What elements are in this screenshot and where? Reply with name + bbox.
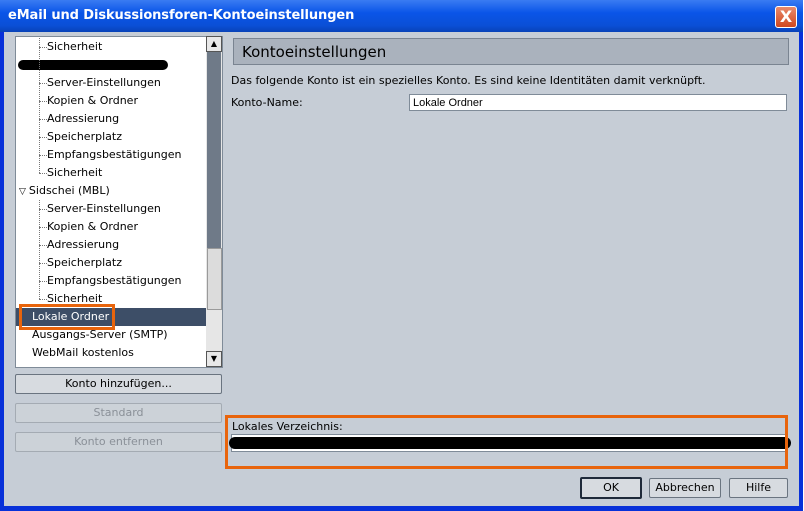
tree-item-label: Sicherheit xyxy=(47,40,103,53)
tree-item-label: Kopien & Ordner xyxy=(47,220,138,233)
tree-connector xyxy=(39,173,47,174)
tree-item[interactable]: Adressierung xyxy=(47,236,119,254)
tree-item-label: Adressierung xyxy=(47,112,120,125)
tree-item[interactable]: Empfangsbestätigungen xyxy=(47,272,182,290)
window-title: eMail und Diskussionsforen-Kontoeinstell… xyxy=(8,8,355,23)
redaction-bar xyxy=(18,60,168,70)
close-button[interactable]: X xyxy=(775,6,797,28)
dialog-window: eMail und Diskussionsforen-Kontoeinstell… xyxy=(0,0,803,511)
tree-connector xyxy=(39,155,47,156)
scrollbar-thumb[interactable] xyxy=(207,248,222,310)
tree-item-label: Kopien & Ordner xyxy=(47,94,138,107)
tree-item[interactable]: Server-Einstellungen xyxy=(47,200,161,218)
tree-connector xyxy=(39,137,47,138)
tree-item-label: WebMail kostenlos xyxy=(32,346,134,359)
tree-item[interactable]: Ausgangs-Server (SMTP) xyxy=(32,326,168,344)
tree-item-label: Empfangsbestätigungen xyxy=(47,274,182,287)
scroll-down-icon[interactable]: ▼ xyxy=(206,351,222,367)
cancel-button[interactable]: Abbrechen xyxy=(649,478,721,498)
panel-description: Das folgende Konto ist ein spezielles Ko… xyxy=(231,74,706,87)
tree-item-label: Speicherplatz xyxy=(47,130,122,143)
tree-connector xyxy=(39,101,47,102)
account-name-label: Konto-Name: xyxy=(231,96,303,109)
account-tree[interactable]: Sicherheit Server-Einstellungen Kopien & O… xyxy=(15,36,223,368)
tree-item-label: Sidschei (MBL) xyxy=(28,184,110,197)
tree-item-label: Ausgangs-Server (SMTP) xyxy=(32,328,168,341)
tree-connector xyxy=(39,38,40,173)
scroll-up-icon[interactable]: ▲ xyxy=(206,36,222,52)
default-button[interactable]: Standard xyxy=(15,403,222,423)
expand-triangle-icon[interactable]: ▽ xyxy=(19,187,26,197)
tree-connector xyxy=(39,209,47,210)
tree-item-label: Empfangsbestätigungen xyxy=(47,148,182,161)
tree-item[interactable]: Kopien & Ordner xyxy=(47,218,138,236)
tree-item-label: Server-Einstellungen xyxy=(47,76,161,89)
tree-connector xyxy=(39,83,47,84)
add-account-button[interactable]: Konto hinzufügen... xyxy=(15,374,222,394)
tree-connector xyxy=(39,200,40,299)
ok-button[interactable]: OK xyxy=(580,477,642,499)
tree-scrollbar[interactable]: ▲ ▼ xyxy=(206,36,222,367)
tree-connector xyxy=(39,245,47,246)
title-bar: eMail und Diskussionsforen-Kontoeinstell… xyxy=(0,0,803,32)
tree-item-label: Sicherheit xyxy=(47,166,103,179)
tree-connector xyxy=(39,227,47,228)
tree-item[interactable]: Speicherplatz xyxy=(47,128,122,146)
tree-item[interactable]: Speicherplatz xyxy=(47,254,122,272)
panel-title: Kontoeinstellungen xyxy=(233,38,789,65)
account-name-input[interactable] xyxy=(409,94,787,111)
highlight-box-directory xyxy=(225,415,788,469)
tree-item[interactable]: ▽ Sidschei (MBL) xyxy=(19,182,110,200)
help-button[interactable]: Hilfe xyxy=(729,478,788,498)
tree-connector xyxy=(39,47,47,48)
remove-account-button[interactable]: Konto entfernen xyxy=(15,432,222,452)
tree-connector xyxy=(39,119,47,120)
tree-item[interactable]: WebMail kostenlos xyxy=(32,344,134,362)
tree-connector xyxy=(39,263,47,264)
tree-item[interactable]: Kopien & Ordner xyxy=(47,92,138,110)
tree-item[interactable]: Server-Einstellungen xyxy=(47,74,161,92)
tree-item-label: Speicherplatz xyxy=(47,256,122,269)
tree-item[interactable]: Empfangsbestätigungen xyxy=(47,146,182,164)
tree-item-label: Server-Einstellungen xyxy=(47,202,161,215)
dialog-client: Sicherheit Server-Einstellungen Kopien & O… xyxy=(4,32,799,506)
tree-item[interactable]: Sicherheit xyxy=(47,38,102,56)
tree-connector xyxy=(39,299,47,300)
tree-item[interactable]: Sicherheit xyxy=(47,164,102,182)
tree-item-label: Adressierung xyxy=(47,238,120,251)
scrollbar-track[interactable] xyxy=(207,52,221,248)
tree-item[interactable]: Adressierung xyxy=(47,110,119,128)
tree-connector xyxy=(39,281,47,282)
